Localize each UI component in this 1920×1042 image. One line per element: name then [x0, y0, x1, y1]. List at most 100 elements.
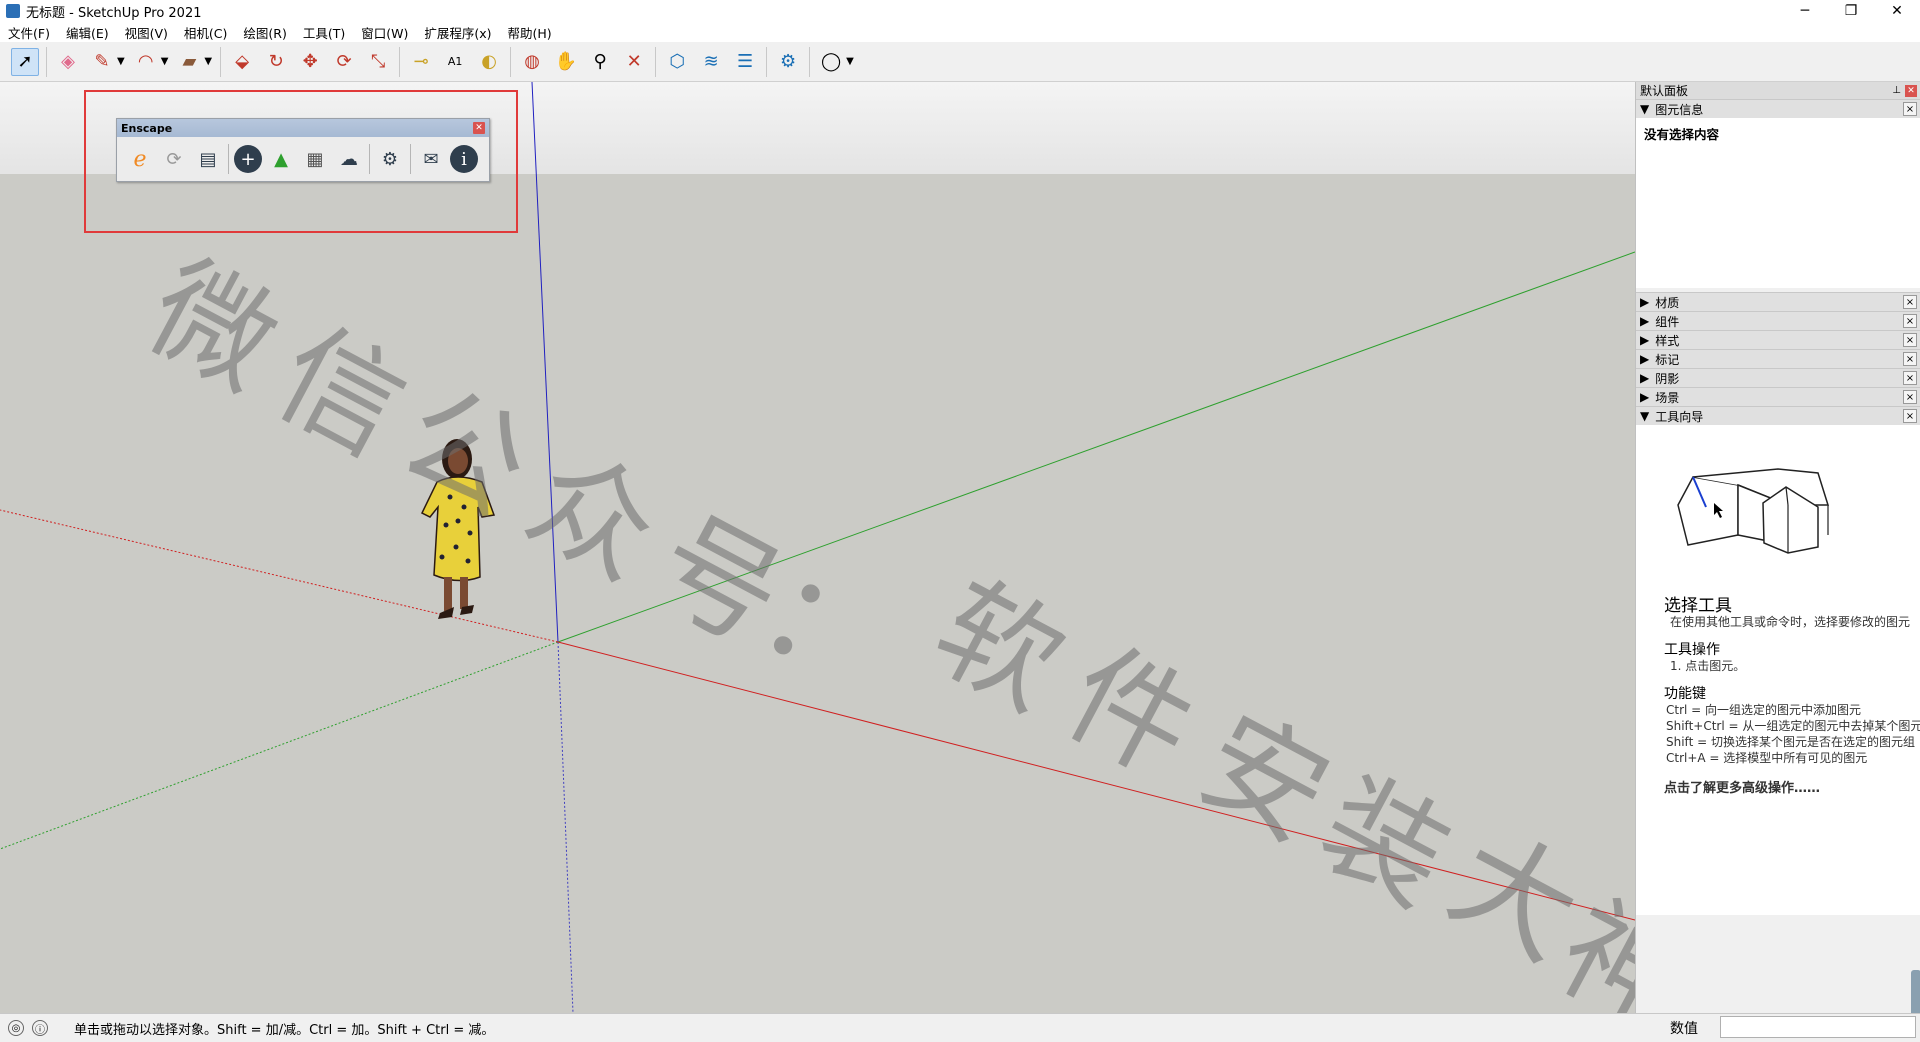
enscape-toolbar[interactable]: Enscape ✕ ℯ ⟳ ▤ + ▲ ▦ ☁ ⚙ ✉ i — [116, 118, 490, 182]
section-entity-info[interactable]: ▼ 图元信息 × — [1636, 99, 1920, 118]
collapsed-arrow-icon: ▶ — [1640, 295, 1650, 309]
instructor-key-line: Ctrl = 向一组选定的图元中添加图元 — [1666, 703, 1862, 717]
extension-manager-icon[interactable]: ⚙ — [774, 48, 802, 76]
account-dropdown-icon[interactable]: ▼ — [846, 56, 854, 67]
main-toolbar: ➚ ◈ ✎ ▼ ◠ ▼ ▰ ▼ ⬙ ↻ ✥ ⟳ ⤡ ⊸ A1 ◐ ◍ ✋ ⚲ ✕ ⬡ … — [0, 42, 1920, 82]
enscape-add-icon[interactable]: + — [234, 145, 262, 173]
account-icon[interactable]: ◯ — [817, 48, 845, 76]
paint-bucket-icon[interactable]: ◐ — [475, 48, 503, 76]
measurements-label: 数值 — [1670, 1021, 1698, 1037]
zoom-extents-icon[interactable]: ✕ — [620, 48, 648, 76]
menu-window[interactable]: 窗口(W) — [353, 23, 416, 42]
section-close-icon[interactable]: × — [1903, 409, 1917, 423]
enscape-asset-library-icon[interactable]: ▲ — [266, 144, 296, 174]
measurements-input[interactable] — [1720, 1016, 1916, 1038]
zoom-icon[interactable]: ⚲ — [586, 48, 614, 76]
rectangle-icon[interactable]: ▰ — [175, 48, 203, 76]
pin-icon[interactable]: ⊥ — [1892, 85, 1901, 97]
section-close-icon[interactable]: × — [1903, 333, 1917, 347]
orbit-icon[interactable]: ◍ — [518, 48, 546, 76]
scale-icon[interactable]: ⤡ — [364, 48, 392, 76]
text-icon[interactable]: A1 — [441, 48, 469, 76]
default-tray: 默认面板 ⊥ ✕ ▼ 图元信息 × 没有选择内容 ▶ 材质 × ▶ 组件 × ▶ 样式 … — [1635, 82, 1920, 1030]
instructor-key-line: Shift = 切换选择某个图元是否在选定的图元组 — [1666, 735, 1915, 749]
tape-measure-icon[interactable]: ⊸ — [407, 48, 435, 76]
person-figure[interactable] — [412, 437, 502, 627]
section-components[interactable]: ▶ 组件 × — [1636, 311, 1920, 330]
section-close-icon[interactable]: × — [1903, 371, 1917, 385]
minimize-button[interactable]: ─ — [1782, 0, 1828, 22]
offset-icon[interactable]: ↻ — [262, 48, 290, 76]
section-styles[interactable]: ▶ 样式 × — [1636, 330, 1920, 349]
menu-draw[interactable]: 绘图(R) — [235, 23, 294, 42]
arc-dropdown-icon[interactable]: ▼ — [161, 56, 169, 67]
enscape-upload-icon[interactable]: ☁ — [334, 144, 364, 174]
red-axis-solid — [557, 641, 1635, 921]
move-icon[interactable]: ✥ — [296, 48, 324, 76]
menu-view[interactable]: 视图(V) — [117, 23, 176, 42]
enscape-info-icon[interactable]: i — [450, 145, 478, 173]
info-icon[interactable]: ⓘ — [32, 1020, 48, 1036]
section-close-icon[interactable]: × — [1903, 102, 1917, 116]
section-materials[interactable]: ▶ 材质 × — [1636, 292, 1920, 311]
push-pull-icon[interactable]: ⬙ — [228, 48, 256, 76]
rotate-icon[interactable]: ⟳ — [330, 48, 358, 76]
model-viewport[interactable]: Enscape ✕ ℯ ⟳ ▤ + ▲ ▦ ☁ ⚙ ✉ i 微 信 公 众 号 … — [0, 82, 1635, 1013]
menu-camera[interactable]: 相机(C) — [176, 23, 235, 42]
close-button[interactable]: ✕ — [1874, 0, 1920, 22]
maximize-button[interactable]: ❐ — [1828, 0, 1874, 22]
section-scenes[interactable]: ▶ 场景 × — [1636, 387, 1920, 406]
instructor-advanced-link[interactable]: 点击了解更多高级操作…… — [1664, 777, 1820, 796]
warehouse-icon[interactable]: ⬡ — [663, 48, 691, 76]
toolbar-separator — [655, 46, 657, 77]
pencil-dropdown-icon[interactable]: ▼ — [117, 56, 125, 67]
enscape-views-icon[interactable]: ▤ — [193, 144, 223, 174]
section-tags[interactable]: ▶ 标记 × — [1636, 349, 1920, 368]
menu-tools[interactable]: 工具(T) — [295, 23, 353, 42]
enscape-settings-icon[interactable]: ⚙ — [375, 144, 405, 174]
menu-extensions[interactable]: 扩展程序(x) — [416, 23, 499, 42]
section-close-icon[interactable]: × — [1903, 352, 1917, 366]
house-illustration — [1677, 468, 1830, 554]
layout-icon[interactable]: ☰ — [731, 48, 759, 76]
menu-file[interactable]: 文件(F) — [0, 23, 58, 42]
collapsed-arrow-icon: ▶ — [1640, 371, 1650, 385]
enscape-material-editor-icon[interactable]: ▦ — [300, 144, 330, 174]
pan-icon[interactable]: ✋ — [552, 48, 580, 76]
title-bar: 无标题 - SketchUp Pro 2021 ─ ❐ ✕ — [0, 0, 1920, 22]
section-close-icon[interactable]: × — [1903, 390, 1917, 404]
sketchup-logo-icon — [6, 4, 20, 18]
enscape-start-icon[interactable]: ℯ — [125, 144, 155, 174]
enscape-sync-icon[interactable]: ⟳ — [159, 144, 189, 174]
tray-close-button[interactable]: ✕ — [1905, 84, 1917, 97]
geo-location-icon[interactable]: ◎ — [8, 1020, 24, 1036]
collapsed-arrow-icon: ▶ — [1640, 352, 1650, 366]
tray-title-bar[interactable]: 默认面板 ⊥ ✕ — [1636, 82, 1920, 99]
enscape-toolbar-header[interactable]: Enscape ✕ — [117, 119, 489, 137]
section-close-icon[interactable]: × — [1903, 314, 1917, 328]
toolbar-separator — [809, 46, 811, 77]
eraser-icon[interactable]: ◈ — [54, 48, 82, 76]
entity-info-body: 没有选择内容 — [1636, 118, 1920, 288]
collapsed-arrow-icon: ▶ — [1640, 390, 1650, 404]
expanded-arrow-icon: ▼ — [1640, 102, 1650, 116]
pencil-icon[interactable]: ✎ — [88, 48, 116, 76]
rectangle-dropdown-icon[interactable]: ▼ — [204, 56, 212, 67]
extension-warehouse-icon[interactable]: ≋ — [697, 48, 725, 76]
section-close-icon[interactable]: × — [1903, 295, 1917, 309]
menu-edit[interactable]: 编辑(E) — [58, 23, 117, 42]
enscape-close-button[interactable]: ✕ — [473, 122, 485, 134]
toolbar-separator — [399, 46, 401, 77]
green-axis-solid — [557, 251, 1635, 643]
section-shadows[interactable]: ▶ 阴影 × — [1636, 368, 1920, 387]
menu-help[interactable]: 帮助(H) — [500, 23, 560, 42]
enscape-feedback-icon[interactable]: ✉ — [416, 144, 446, 174]
section-instructor[interactable]: ▼ 工具向导 × — [1636, 406, 1920, 425]
menu-bar: 文件(F) 编辑(E) 视图(V) 相机(C) 绘图(R) 工具(T) 窗口(W… — [0, 22, 1920, 42]
instructor-op-heading: 工具操作 — [1664, 642, 1720, 658]
instructor-tool-desc: 在使用其他工具或命令时，选择要修改的图元 — [1670, 615, 1911, 629]
toolbar-separator — [766, 46, 768, 77]
arc-icon[interactable]: ◠ — [132, 48, 160, 76]
select-icon[interactable]: ➚ — [11, 47, 39, 76]
toolbar-separator — [510, 46, 512, 77]
